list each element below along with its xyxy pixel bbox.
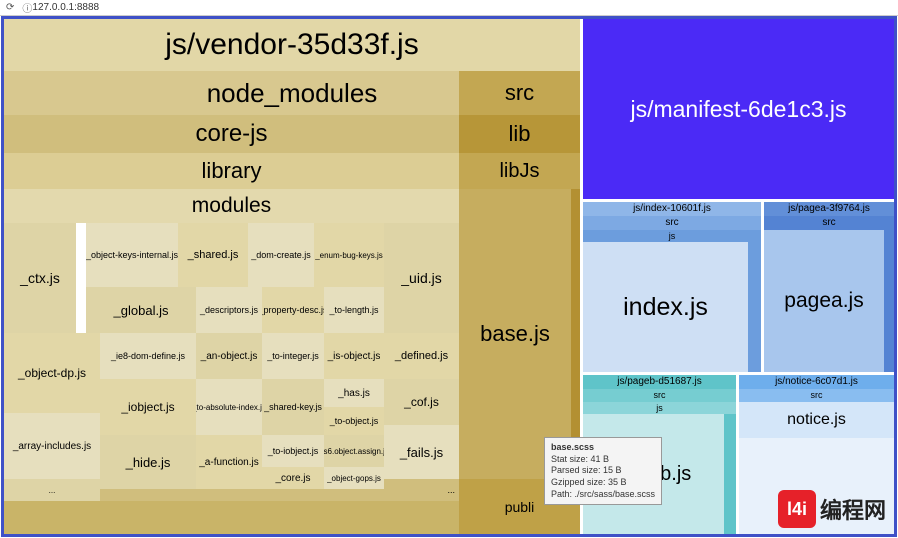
logo-icon: l4i <box>778 490 816 528</box>
module-toabs[interactable]: _to-absolute-index.js <box>196 379 262 435</box>
pageb-js[interactable]: js <box>583 402 736 414</box>
module-ellipsis[interactable]: ... <box>384 479 459 501</box>
module-uid[interactable]: _uid.js <box>384 223 459 333</box>
bundle-index-header[interactable]: js/index-10601f.js <box>583 202 761 216</box>
module-iobject[interactable]: _iobject.js <box>100 379 196 435</box>
module-anobj[interactable]: _an-object.js <box>196 333 262 379</box>
module-sharedkey[interactable]: _shared-key.js <box>262 379 324 435</box>
tooltip: base.scss Stat size: 41 B Parsed size: 1… <box>544 437 662 505</box>
module-has[interactable]: _has.js <box>324 379 384 407</box>
module-core[interactable]: _core.js <box>262 467 324 489</box>
module-isobj[interactable]: _is-object.js <box>324 333 384 379</box>
vendor-src[interactable]: src <box>459 71 580 115</box>
vendor-lib[interactable]: lib <box>459 115 580 153</box>
bundle-notice-header[interactable]: js/notice-6c07d1.js <box>739 375 894 389</box>
module-afunc[interactable]: _a-function.js <box>196 435 262 489</box>
index-js[interactable]: js <box>583 230 761 242</box>
secure-icon: ⓘ <box>22 0 32 15</box>
module-defined[interactable]: _defined.js <box>384 333 459 379</box>
index-src[interactable]: src <box>583 216 761 230</box>
bundle-vendor[interactable]: js/vendor-35d33f.js <box>4 19 580 71</box>
pageb-src[interactable]: src <box>583 389 736 402</box>
index-file[interactable]: index.js <box>583 242 748 372</box>
module-toiobj[interactable]: _to-iobject.js <box>262 435 324 467</box>
tooltip-stat: Stat size: 41 B <box>551 454 609 464</box>
module-ie8[interactable]: _ie8-dom-define.js <box>100 333 196 379</box>
module-hide[interactable]: _hide.js <box>100 435 196 489</box>
notice-file[interactable]: notice.js <box>739 402 894 438</box>
module-cof[interactable]: _cof.js <box>384 379 459 425</box>
pagea-file[interactable]: pagea.js <box>764 230 884 372</box>
core-js[interactable]: core-js <box>4 115 459 153</box>
pagea-side[interactable] <box>884 230 894 372</box>
module-tolength[interactable]: _to-length.js <box>324 287 384 333</box>
module-domcreate[interactable]: _dom-create.js <box>248 223 314 287</box>
module-shared[interactable]: _shared.js <box>178 223 248 287</box>
pageb-side[interactable] <box>724 414 736 534</box>
module-oki[interactable]: _object-keys-internal.js <box>86 223 178 287</box>
module-toobj[interactable]: _to-object.js <box>324 407 384 435</box>
module-ellipsis2[interactable]: ... <box>4 479 100 501</box>
tooltip-path: Path: ./src/sass/base.scss <box>551 489 655 499</box>
notice-src[interactable]: src <box>739 389 894 402</box>
watermark-logo: l4i 编程网 <box>778 490 886 528</box>
vendor-base-side[interactable] <box>571 189 580 479</box>
module-ctx[interactable]: _ctx.js <box>4 223 76 333</box>
module-propdesc[interactable]: _property-desc.js <box>262 287 324 333</box>
module-enumbug[interactable]: _enum-bug-keys.js <box>314 223 384 287</box>
module-strip1[interactable] <box>100 489 384 501</box>
vendor-libjs[interactable]: libJs <box>459 153 580 189</box>
tooltip-parsed: Parsed size: 15 B <box>551 465 622 475</box>
module-descriptors[interactable]: _descriptors.js <box>196 287 262 333</box>
pagea-src[interactable]: src <box>764 216 894 230</box>
module-global[interactable]: _global.js <box>86 287 196 333</box>
module-objectdp[interactable]: _object-dp.js <box>4 333 100 413</box>
logo-text: 编程网 <box>820 493 886 525</box>
module-toint[interactable]: _to-integer.js <box>262 333 324 379</box>
module-es6assign[interactable]: es6.object.assign.js <box>324 435 384 467</box>
index-side[interactable] <box>748 242 761 372</box>
tooltip-title: base.scss <box>551 442 594 452</box>
browser-toolbar: ⟳ ⓘ 127.0.0.1:8888 <box>0 0 898 16</box>
library[interactable]: library <box>4 153 459 189</box>
bundle-pagea-header[interactable]: js/pagea-3f9764.js <box>764 202 894 216</box>
bundle-pageb-header[interactable]: js/pageb-d51687.js <box>583 375 736 389</box>
modules[interactable]: modules <box>4 189 459 223</box>
tooltip-gzip: Gzipped size: 35 B <box>551 477 627 487</box>
address-bar[interactable]: 127.0.0.1:8888 <box>32 2 99 13</box>
bundle-manifest[interactable]: js/manifest-6de1c3.js <box>583 19 894 199</box>
module-arrinc[interactable]: _array-includes.js <box>4 413 100 479</box>
reload-icon[interactable]: ⟳ <box>6 2 14 13</box>
vendor-base[interactable]: base.js <box>459 189 571 479</box>
module-gops[interactable]: _object-gops.js <box>324 467 384 489</box>
module-fails[interactable]: _fails.js <box>384 425 459 479</box>
module-strip2[interactable] <box>4 501 459 534</box>
treemap-viewport[interactable]: js/vendor-35d33f.js node_modules core-js… <box>1 16 897 537</box>
